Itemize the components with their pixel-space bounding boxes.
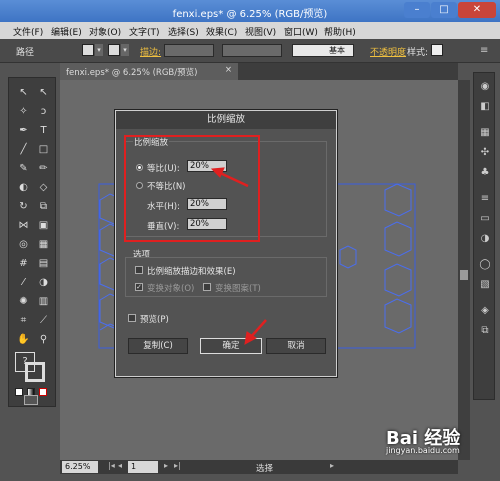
annotation-arrows [210, 167, 267, 345]
baidu-watermark-url: jingyan.baidu.com [386, 446, 460, 455]
